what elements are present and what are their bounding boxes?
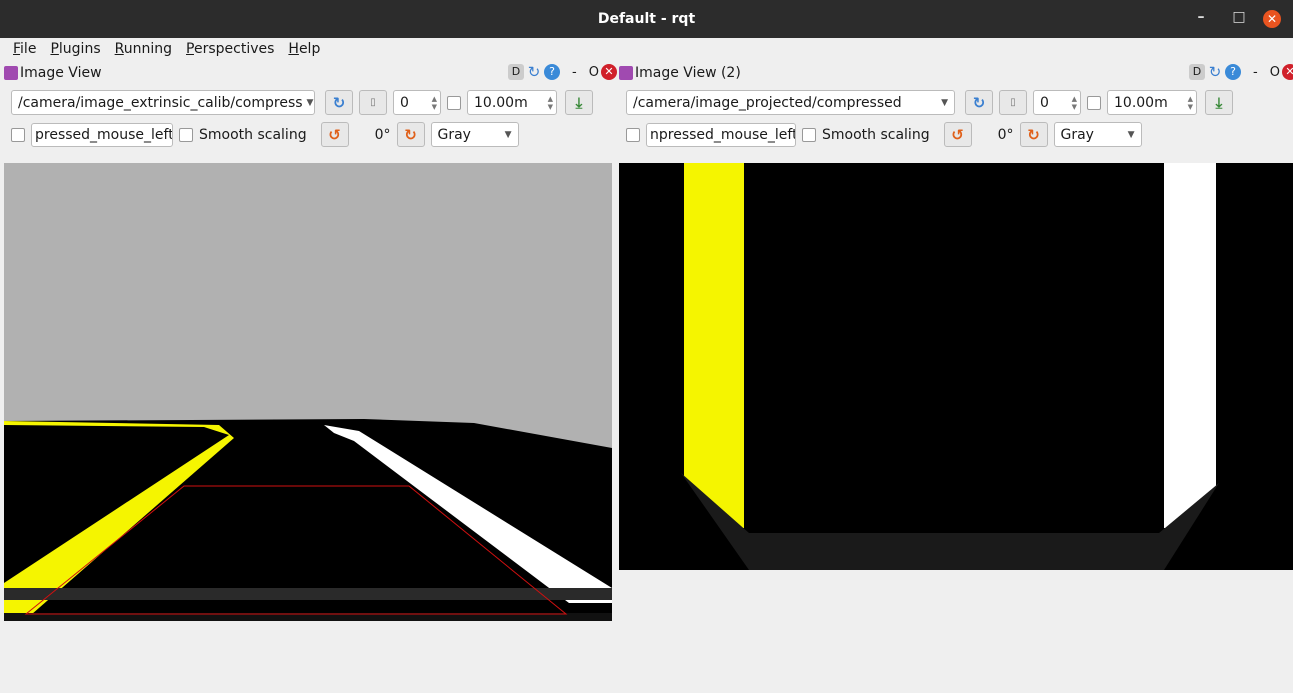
menu-plugins[interactable]: Plugins — [43, 41, 107, 57]
save-image-button[interactable]: ⤓ — [1205, 90, 1233, 115]
yellow-lane — [684, 163, 744, 528]
menu-running[interactable]: Running — [108, 41, 179, 57]
menu-help[interactable]: Help — [281, 41, 327, 57]
image-view-dock-2: Image View (2) D ↻ ? - O ✕ — [615, 62, 1293, 84]
topic-value: /camera/image_projected/compressed — [633, 94, 902, 111]
publish-click-checkbox[interactable] — [11, 127, 25, 142]
minimize-button[interactable]: – — [1191, 9, 1211, 25]
topic-value: /camera/image_extrinsic_calib/compress — [18, 94, 303, 111]
rotation-label: 0° — [374, 126, 391, 143]
rotate-left-button[interactable]: ↺ — [320, 122, 349, 147]
image-view-dock-1: Image View D ↻ ? - O ✕ — [0, 62, 617, 84]
reload-icon[interactable]: ↻ — [1207, 64, 1223, 80]
rotate-right-button[interactable]: ↻ — [396, 122, 425, 147]
spin-value: 0 — [1040, 94, 1049, 111]
chevron-down-icon: ▼ — [504, 129, 512, 140]
chevron-down-icon: ▼ — [306, 97, 314, 108]
rotation-label: 0° — [997, 126, 1014, 143]
smooth-scaling-label: Smooth scaling — [822, 126, 930, 143]
dock-title: Image View (2) — [635, 65, 741, 81]
mouse-topic-input[interactable]: npressed_mouse_left — [646, 122, 796, 147]
color-mode-combo[interactable]: Gray ▼ — [1053, 122, 1142, 147]
menu-file[interactable]: File — [6, 41, 43, 57]
menubar: File Plugins Running Perspectives Help — [0, 38, 1293, 60]
dock-title: Image View — [20, 65, 102, 81]
dock-d-button[interactable]: D — [1189, 64, 1205, 80]
gridlines-spinbox[interactable]: 0 ▲ ▼ — [1033, 90, 1081, 115]
topic-combo[interactable]: /camera/image_extrinsic_calib/compress ▼ — [11, 90, 315, 115]
num-gridlines-icon[interactable]: ▯ — [359, 90, 387, 115]
camera-image-projected[interactable] — [619, 163, 1293, 570]
rotate-left-button[interactable]: ↺ — [943, 122, 972, 147]
chevron-down-icon: ▼ — [941, 97, 948, 108]
float-dock-button[interactable]: O — [589, 65, 599, 80]
refresh-topics-button[interactable]: ↻ — [965, 90, 993, 115]
close-dock-icon[interactable]: ✕ — [1281, 64, 1293, 80]
chevron-down-icon: ▼ — [1127, 129, 1135, 140]
robot-body — [4, 588, 612, 600]
timeout-value: 10.00m — [474, 94, 528, 111]
dynamic-range-checkbox[interactable] — [1087, 95, 1101, 110]
timeout-value: 10.00m — [1114, 94, 1168, 111]
window-title: Default - rqt — [597, 11, 696, 27]
camera-image-extrinsic[interactable] — [4, 163, 612, 621]
publish-click-checkbox[interactable] — [626, 127, 640, 142]
timeout-spinbox[interactable]: 10.00m ▲ ▼ — [1107, 90, 1197, 115]
refresh-topics-button[interactable]: ↻ — [325, 90, 353, 115]
plugin-icon — [619, 66, 633, 80]
menu-perspectives[interactable]: Perspectives — [179, 41, 281, 57]
smooth-scaling-checkbox[interactable] — [802, 127, 816, 142]
window-titlebar: Default - rqt – □ ✕ — [0, 0, 1293, 38]
plugin-icon — [4, 66, 18, 80]
smooth-scaling-label: Smooth scaling — [199, 126, 307, 143]
dynamic-range-checkbox[interactable] — [447, 95, 461, 110]
float-dock-button[interactable]: O — [1270, 65, 1280, 80]
timeout-spinbox[interactable]: 10.00m ▲ ▼ — [467, 90, 557, 115]
gridlines-spinbox[interactable]: 0 ▲ ▼ — [393, 90, 441, 115]
reload-icon[interactable]: ↻ — [526, 64, 542, 80]
dock-d-button[interactable]: D — [508, 64, 524, 80]
color-mode-value: Gray — [437, 126, 471, 143]
white-lane — [1164, 163, 1216, 528]
rotate-right-button[interactable]: ↻ — [1019, 122, 1048, 147]
minimize-dock-button[interactable]: - — [572, 65, 577, 80]
maximize-button[interactable]: □ — [1229, 9, 1249, 25]
help-icon[interactable]: ? — [1225, 64, 1241, 80]
dock-title-bar: Image View D ↻ ? - O ✕ — [0, 62, 617, 84]
topic-combo[interactable]: /camera/image_projected/compressed ▼ — [626, 90, 955, 115]
num-gridlines-icon[interactable]: ▯ — [999, 90, 1027, 115]
save-image-button[interactable]: ⤓ — [565, 90, 593, 115]
dock-title-bar: Image View (2) D ↻ ? - O ✕ — [615, 62, 1293, 84]
spin-value: 0 — [400, 94, 409, 111]
color-mode-value: Gray — [1060, 126, 1094, 143]
minimize-dock-button[interactable]: - — [1253, 65, 1258, 80]
help-icon[interactable]: ? — [544, 64, 560, 80]
mouse-topic-input[interactable]: pressed_mouse_left — [31, 122, 173, 147]
color-mode-combo[interactable]: Gray ▼ — [430, 122, 519, 147]
close-button[interactable]: ✕ — [1263, 10, 1281, 28]
smooth-scaling-checkbox[interactable] — [179, 127, 193, 142]
